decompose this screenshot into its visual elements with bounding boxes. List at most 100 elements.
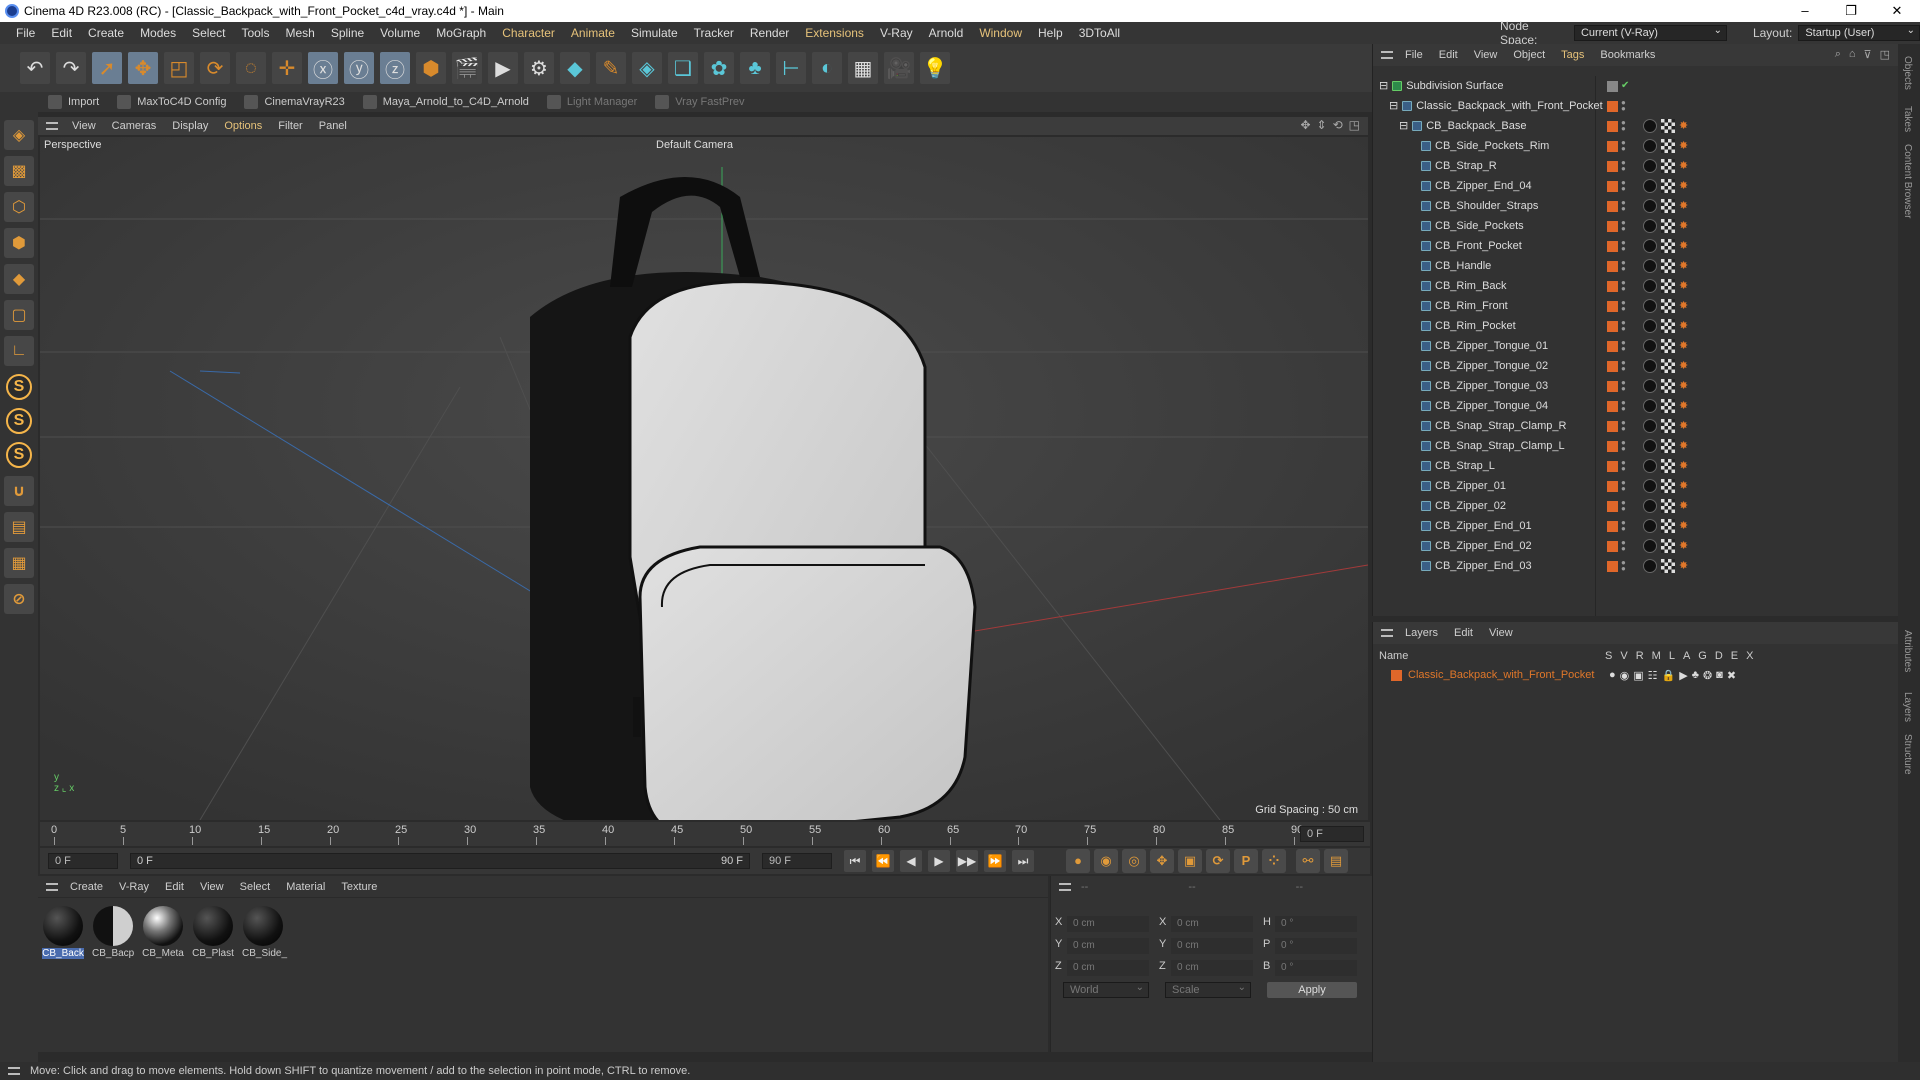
material-swatch[interactable]: CB_Side_ — [242, 906, 287, 959]
mat-menu-texture[interactable]: Texture — [341, 881, 377, 893]
visibility-dots-icon[interactable]: ● ● — [1621, 299, 1627, 313]
menu-create[interactable]: Create — [80, 22, 132, 44]
phong-tag-icon[interactable] — [1643, 279, 1657, 293]
mat-menu-edit[interactable]: Edit — [165, 881, 184, 893]
uv-mode-icon[interactable]: ▢ — [4, 300, 34, 330]
mat-menu-create[interactable]: Create — [70, 881, 103, 893]
tree-row-subdivision[interactable]: ⊟ Subdivision Surface ✔ — [1373, 76, 1899, 96]
expression-icon[interactable]: ◙ — [1716, 669, 1723, 682]
timeline-window-icon[interactable]: ▤ — [1324, 849, 1348, 873]
tree-row-object[interactable]: CB_Rim_Back ● ● ✸ — [1373, 276, 1899, 296]
tab-attributes[interactable]: Attributes — [1902, 630, 1913, 672]
coord-mode-dropdown[interactable]: Scale — [1165, 981, 1251, 998]
obj-menu-tags[interactable]: Tags — [1561, 49, 1584, 61]
pen-spline-icon[interactable]: ✎ — [596, 52, 626, 84]
cinemavray-button[interactable]: CinemaVrayR23 — [244, 95, 345, 109]
rotation-h-field[interactable]: 0 ° — [1275, 916, 1357, 932]
viewport-menu-display[interactable]: Display — [172, 120, 208, 132]
manager-icon[interactable]: ☷ — [1648, 669, 1658, 682]
lock-workplane-icon[interactable]: ⊘ — [4, 584, 34, 614]
tree-row-object[interactable]: CB_Zipper_Tongue_03 ● ● ✸ — [1373, 376, 1899, 396]
material-swatch[interactable]: CB_Plast — [192, 906, 234, 959]
visibility-dots-icon[interactable]: ● ● — [1621, 219, 1627, 233]
lock-icon[interactable]: 🔒 — [1662, 669, 1676, 682]
viewport-menu-panel[interactable]: Panel — [319, 120, 347, 132]
phong-tag-icon[interactable] — [1643, 179, 1657, 193]
subdivision-icon[interactable]: ◈ — [632, 52, 662, 84]
menu-animate[interactable]: Animate — [563, 22, 623, 44]
light-manager-button[interactable]: Light Manager — [546, 95, 637, 109]
material-tag-icon[interactable] — [1661, 539, 1675, 553]
vray-tag-icon[interactable]: ✸ — [1679, 360, 1691, 372]
visibility-dots-icon[interactable]: ● ● — [1621, 159, 1627, 173]
current-frame-field[interactable]: 0 F — [1300, 826, 1364, 842]
material-swatch[interactable]: CB_Bacp — [92, 906, 134, 959]
snap-s-icon-1[interactable]: S — [6, 374, 32, 400]
menu-vray[interactable]: V-Ray — [872, 22, 921, 44]
material-tag-icon[interactable] — [1661, 419, 1675, 433]
deformer-icon[interactable]: ⊢ — [776, 52, 806, 84]
vray-tag-icon[interactable]: ✸ — [1679, 240, 1691, 252]
size-y-field[interactable]: 0 cm — [1171, 938, 1253, 954]
visibility-dots-icon[interactable]: ● ● — [1621, 99, 1627, 113]
material-tag-icon[interactable] — [1661, 399, 1675, 413]
rotation-b-field[interactable]: 0 ° — [1275, 960, 1357, 976]
menu-spline[interactable]: Spline — [323, 22, 372, 44]
visibility-dots-icon[interactable]: ● ● — [1621, 399, 1627, 413]
vray-tag-icon[interactable]: ✸ — [1679, 200, 1691, 212]
tree-row-object[interactable]: CB_Rim_Pocket ● ● ✸ — [1373, 316, 1899, 336]
tree-row-object[interactable]: CB_Zipper_End_01 ● ● ✸ — [1373, 516, 1899, 536]
start-frame-field[interactable]: 0 F — [48, 853, 118, 869]
polygon-mode-icon[interactable]: ◆ — [4, 264, 34, 294]
coordinate-system-icon[interactable]: ⬢ — [416, 52, 446, 84]
material-tag-icon[interactable] — [1661, 239, 1675, 253]
key-pla-icon[interactable]: ⁘ — [1262, 849, 1286, 873]
visibility-dots-icon[interactable]: ● ● — [1621, 279, 1627, 293]
tree-row-object[interactable]: CB_Handle ● ● ✸ — [1373, 256, 1899, 276]
obj-menu-file[interactable]: File — [1405, 49, 1423, 61]
vray-tag-icon[interactable]: ✸ — [1679, 560, 1691, 572]
vray-tag-icon[interactable]: ✸ — [1679, 320, 1691, 332]
vray-tag-icon[interactable]: ✸ — [1679, 120, 1691, 132]
minimize-button[interactable]: – — [1782, 0, 1828, 22]
visibility-dots-icon[interactable]: ● ● — [1621, 479, 1627, 493]
frame-range-slider[interactable]: 0 F 90 F — [130, 853, 750, 869]
cube-icon[interactable]: ◆ — [560, 52, 590, 84]
tab-layers[interactable]: Layers — [1902, 692, 1913, 722]
zoom-icon[interactable]: ⇕ — [1317, 118, 1327, 132]
tree-row-object[interactable]: CB_Zipper_Tongue_02 ● ● ✸ — [1373, 356, 1899, 376]
layer-menu-edit[interactable]: Edit — [1454, 627, 1473, 639]
phong-tag-icon[interactable] — [1643, 119, 1657, 133]
y-axis-lock-icon[interactable]: ⓨ — [344, 52, 374, 84]
menu-mograph[interactable]: MoGraph — [428, 22, 494, 44]
viewport-menu-filter[interactable]: Filter — [278, 120, 302, 132]
collapse-icon[interactable]: ⊟ — [1379, 76, 1388, 96]
end-frame-field[interactable]: 90 F — [762, 853, 832, 869]
viewport-hamburger-icon[interactable] — [46, 122, 58, 130]
menu-edit[interactable]: Edit — [43, 22, 80, 44]
filter-icon[interactable]: ⊽ — [1864, 48, 1872, 61]
layer-row[interactable]: Classic_Backpack_with_Front_Pocket ● ◉ ▣… — [1373, 666, 1899, 684]
tree-row-object[interactable]: CB_Snap_Strap_Clamp_L ● ● ✸ — [1373, 436, 1899, 456]
mat-menu-vray[interactable]: V-Ray — [119, 881, 149, 893]
obj-menu-bookmarks[interactable]: Bookmarks — [1600, 49, 1655, 61]
z-axis-lock-icon[interactable]: ⓩ — [380, 52, 410, 84]
menu-tracker[interactable]: Tracker — [686, 22, 742, 44]
next-key-icon[interactable]: ⏩ — [984, 850, 1006, 872]
vray-tag-icon[interactable]: ✸ — [1679, 500, 1691, 512]
visibility-dots-icon[interactable]: ● ● — [1621, 419, 1627, 433]
material-swatch[interactable]: CB_Meta — [142, 906, 184, 959]
phong-tag-icon[interactable] — [1643, 379, 1657, 393]
node-space-dropdown[interactable]: Current (V-Ray) — [1573, 24, 1727, 41]
light-icon[interactable]: 💡 — [920, 52, 950, 84]
workplane-icon[interactable]: ▤ — [4, 512, 34, 542]
visibility-dots-icon[interactable]: ● ● — [1621, 459, 1627, 473]
array-icon[interactable]: ✿ — [704, 52, 734, 84]
phong-tag-icon[interactable] — [1643, 559, 1657, 573]
tab-content-browser[interactable]: Content Browser — [1902, 144, 1913, 218]
phong-tag-icon[interactable] — [1643, 519, 1657, 533]
phong-tag-icon[interactable] — [1643, 359, 1657, 373]
mat-menu-material[interactable]: Material — [286, 881, 325, 893]
key-position-icon[interactable]: ✥ — [1150, 849, 1174, 873]
material-tag-icon[interactable] — [1661, 159, 1675, 173]
